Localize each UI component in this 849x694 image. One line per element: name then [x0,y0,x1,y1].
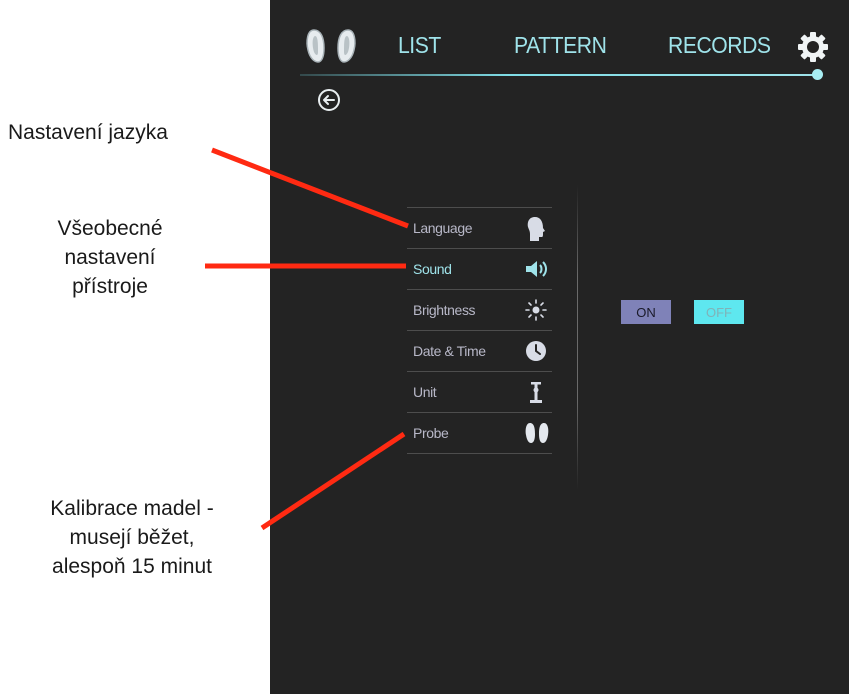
annotation-general-settings: Všeobecné nastavení přístroje [10,214,210,301]
annotation-text: nastavení [64,246,156,269]
annotation-text: přístroje [72,275,148,298]
annotation-text: Všeobecné [57,217,163,240]
annotation-language: Nastavení jazyka [8,118,168,147]
arrow-probe [260,431,406,531]
annotation-text: Nastavení jazyka [8,121,168,144]
annotation-arrows [205,147,409,531]
annotation-text: alespoň 15 minut [52,555,212,578]
annotation-text: musejí běžet, [69,526,195,549]
annotation-probe-calibration: Kalibrace madel - musejí běžet, alespoň … [2,494,262,581]
arrow-language [211,147,409,229]
annotation-text: Kalibrace madel - [50,497,214,520]
